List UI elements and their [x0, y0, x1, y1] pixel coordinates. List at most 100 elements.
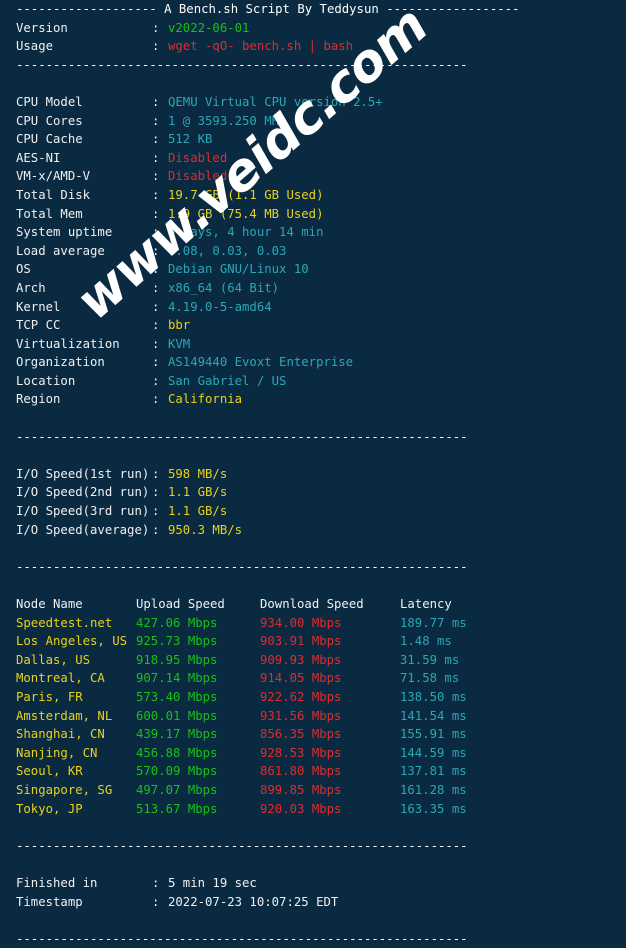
info-label: Total Disk	[16, 187, 91, 202]
info-label: Usage	[16, 39, 54, 54]
speedtest-header-row: Node Name Upload Speed Download Speed Laten…	[0, 595, 626, 614]
info-value: KVM	[168, 336, 191, 351]
info-row: VM-x/AMD-V: Disabled	[0, 167, 626, 186]
info-label: I/O Speed(average)	[16, 522, 150, 537]
download-speed-cell: 909.93 Mbps	[260, 652, 342, 667]
latency-cell: 1.48 ms	[400, 634, 452, 649]
download-speed-cell: 934.00 Mbps	[260, 615, 342, 630]
info-top-section: Version: v2022-06-01 Usage: wget -qO- bench…	[0, 19, 626, 56]
system-info-section: CPU Model: QEMU Virtual CPU version 2.5+ C…	[0, 74, 626, 427]
node-name-cell: Singapore, SG	[16, 782, 113, 797]
download-speed-cell: 931.56 Mbps	[260, 708, 342, 723]
info-row: I/O Speed(average):950.3 MB/s	[0, 521, 626, 540]
node-name-cell: Los Angeles, US	[16, 634, 128, 649]
info-value: x86_64 (64 Bit)	[168, 280, 280, 295]
footer-section: Finished in:5 min 19 sec Timestamp:2022-0…	[0, 855, 626, 929]
info-colon: :	[152, 169, 160, 184]
info-row: System uptime:0 days, 4 hour 14 min	[0, 223, 626, 242]
info-value: 1 @ 3593.250 MHz	[168, 113, 287, 128]
info-row: I/O Speed(3rd run):1.1 GB/s	[0, 502, 626, 521]
info-row: Finished in:5 min 19 sec	[0, 874, 626, 893]
upload-speed-cell: 513.67 Mbps	[136, 801, 218, 816]
column-header-latency: Latency	[400, 597, 452, 611]
info-label: I/O Speed(3rd run)	[16, 504, 150, 519]
separator-3: ----------------------------------------…	[16, 559, 468, 574]
upload-speed-cell: 570.09 Mbps	[136, 764, 218, 779]
info-value: 0.08, 0.03, 0.03	[168, 243, 287, 258]
separator-5: ----------------------------------------…	[16, 931, 468, 946]
info-colon: :	[152, 225, 160, 240]
info-colon: :	[152, 20, 160, 35]
info-row: Total Disk:19.7 GB (1.1 GB Used)	[0, 186, 626, 205]
info-row: I/O Speed(2nd run):1.1 GB/s	[0, 483, 626, 502]
footer-bottom-gap	[0, 911, 626, 930]
info-row: Location: San Gabriel / US	[0, 372, 626, 391]
node-name-cell: Amsterdam, NL	[16, 708, 113, 723]
info-value: 4.19.0-5-amd64	[168, 299, 272, 314]
download-speed-cell: 914.05 Mbps	[260, 671, 342, 686]
script-title-banner: ------------------- A Bench.sh Script By…	[0, 0, 626, 19]
info-colon: :	[152, 243, 160, 258]
speedtest-row: Speedtest.net 427.06 Mbps 934.00 Mbps 189.7…	[0, 614, 626, 633]
info-label: CPU Cores	[16, 113, 83, 128]
latency-cell: 144.59 ms	[400, 745, 467, 760]
upload-speed-cell: 573.40 Mbps	[136, 689, 218, 704]
info-row: CPU Model: QEMU Virtual CPU version 2.5+	[0, 93, 626, 112]
title-dashes-right: ------------------	[386, 2, 520, 16]
info-row: OS: Debian GNU/Linux 10	[0, 260, 626, 279]
info-value: 950.3 MB/s	[168, 522, 243, 537]
node-name-cell: Speedtest.net	[16, 615, 113, 630]
terminal-output: ------------------- A Bench.sh Script By…	[0, 0, 626, 946]
info-label: Organization	[16, 355, 105, 370]
info-label: Region	[16, 392, 61, 407]
info-label: Location	[16, 373, 76, 388]
download-speed-cell: 899.85 Mbps	[260, 782, 342, 797]
node-name-cell: Paris, FR	[16, 689, 83, 704]
info-value: 2022-07-23 10:07:25 EDT	[168, 894, 339, 909]
separator-4: ----------------------------------------…	[16, 838, 468, 853]
info-value: 598 MB/s	[168, 466, 228, 481]
latency-cell: 138.50 ms	[400, 689, 467, 704]
info-label: VM-x/AMD-V	[16, 169, 91, 184]
info-value: bbr	[168, 318, 191, 333]
node-name-cell: Montreal, CA	[16, 671, 105, 686]
latency-cell: 155.91 ms	[400, 727, 467, 742]
info-value: 1.9 GB (75.4 MB Used)	[168, 206, 324, 221]
info-row: TCP CC: bbr	[0, 316, 626, 335]
info-value: Disabled	[168, 150, 228, 165]
latency-cell: 31.59 ms	[400, 652, 460, 667]
speedtest-bottom-gap	[0, 818, 626, 837]
info-row: Kernel:4.19.0-5-amd64	[0, 298, 626, 317]
info-label: AES-NI	[16, 150, 61, 165]
io-speed-top-gap	[0, 446, 626, 465]
upload-speed-cell: 427.06 Mbps	[136, 615, 218, 630]
download-speed-cell: 861.80 Mbps	[260, 764, 342, 779]
info-colon: :	[152, 466, 160, 481]
speedtest-row: Nanjing, CN 456.88 Mbps 928.53 Mbps 144.59 …	[0, 744, 626, 763]
info-row: I/O Speed(1st run):598 MB/s	[0, 465, 626, 484]
info-label: Version	[16, 20, 68, 35]
node-name-cell: Dallas, US	[16, 652, 91, 667]
download-speed-cell: 920.03 Mbps	[260, 801, 342, 816]
info-colon: :	[152, 39, 160, 54]
info-label: TCP CC	[16, 318, 61, 333]
io-speed-section: I/O Speed(1st run):598 MB/s I/O Speed(2nd…	[0, 446, 626, 558]
upload-speed-cell: 456.88 Mbps	[136, 745, 218, 760]
info-row: Virtualization: KVM	[0, 335, 626, 354]
info-colon: :	[152, 373, 160, 388]
speedtest-row: Seoul, KR 570.09 Mbps 861.80 Mbps 137.81 ms	[0, 762, 626, 781]
speedtest-row: Montreal, CA 907.14 Mbps 914.05 Mbps 71.58 …	[0, 669, 626, 688]
separator-1: ----------------------------------------…	[16, 57, 468, 72]
column-header-download-speed: Download Speed	[260, 597, 364, 611]
speedtest-section: Node Name Upload Speed Download Speed Laten…	[0, 576, 626, 836]
speedtest-row: Shanghai, CN 439.17 Mbps 856.35 Mbps 155.91…	[0, 725, 626, 744]
speedtest-top-gap	[0, 576, 626, 595]
info-value: San Gabriel / US	[168, 373, 287, 388]
system-info-top-gap	[0, 74, 626, 93]
info-value: QEMU Virtual CPU version 2.5+	[168, 94, 383, 109]
info-value: California	[168, 392, 243, 407]
info-value: 19.7 GB (1.1 GB Used)	[168, 187, 324, 202]
info-value: 5 min 19 sec	[168, 875, 257, 890]
info-colon: :	[152, 392, 160, 407]
upload-speed-cell: 439.17 Mbps	[136, 727, 218, 742]
